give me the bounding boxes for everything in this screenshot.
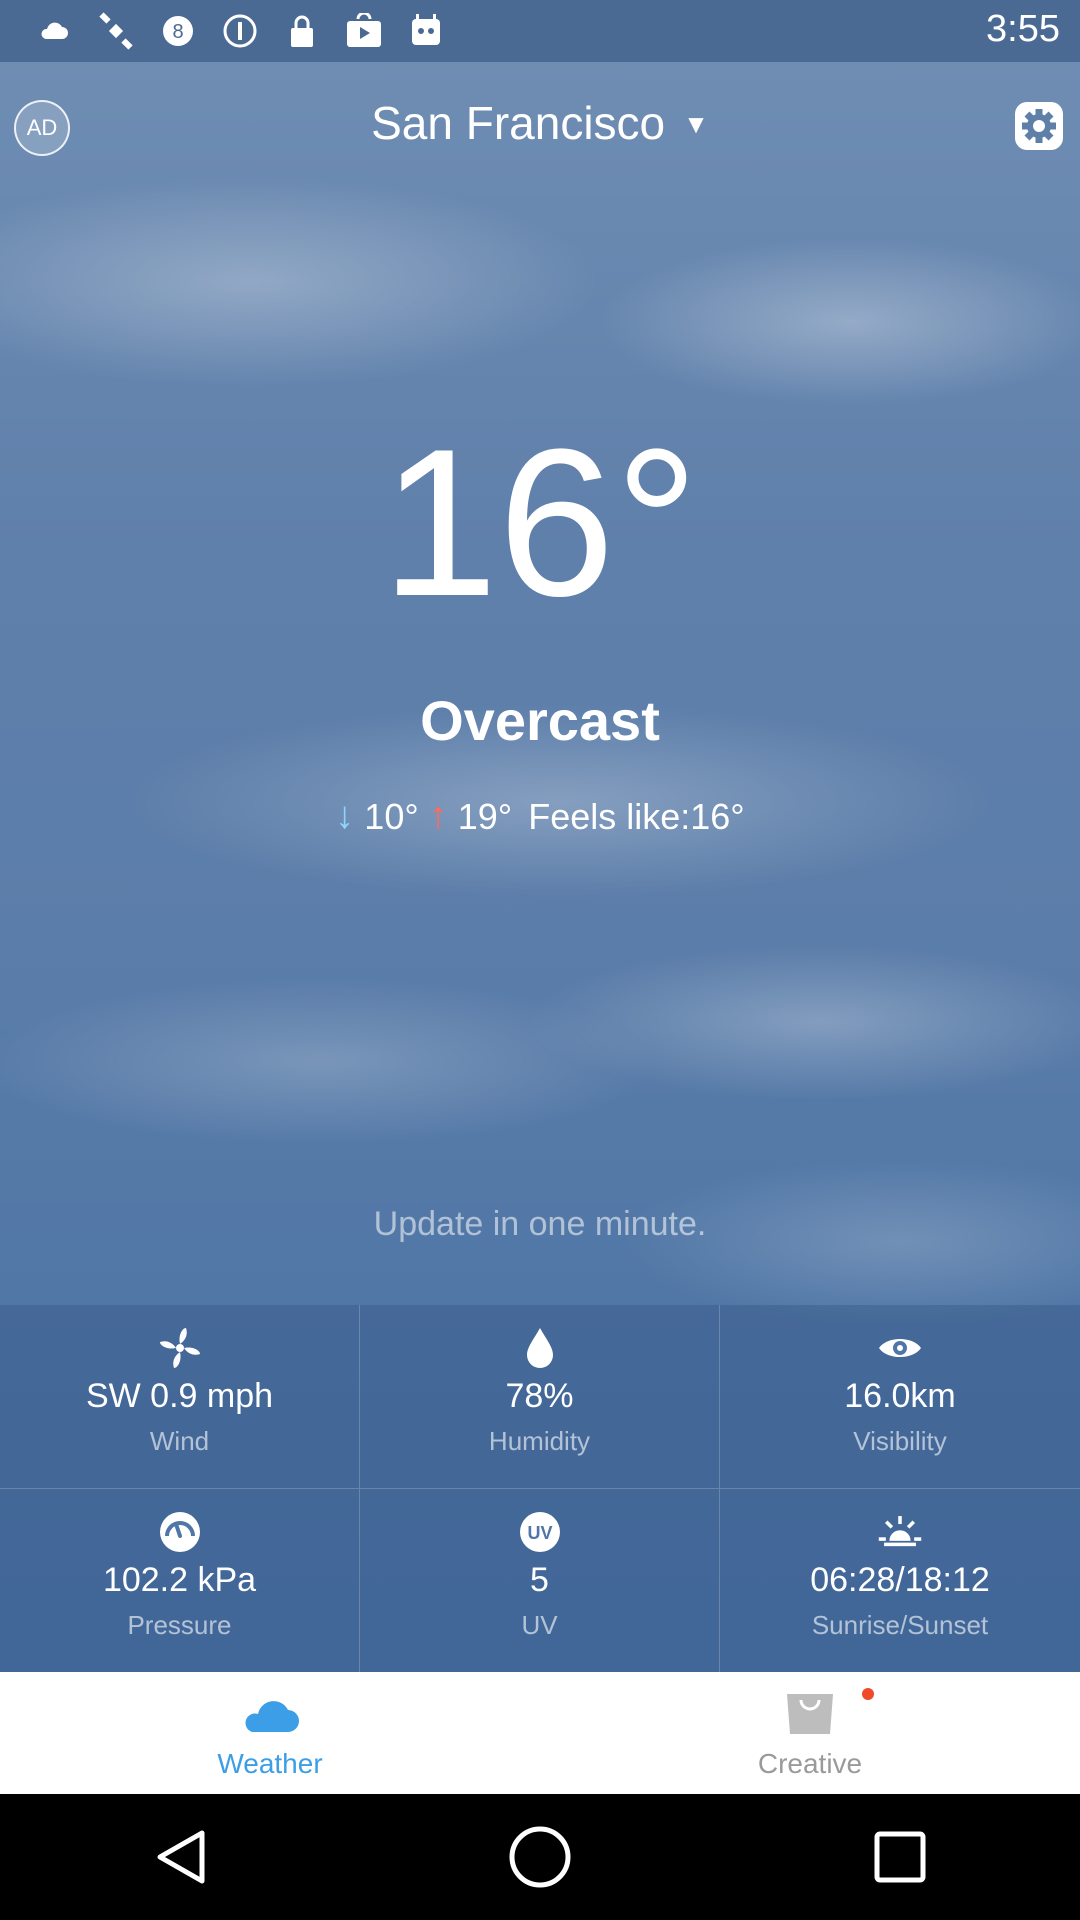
weather-condition: Overcast xyxy=(420,689,660,752)
chevron-down-icon: ▼ xyxy=(683,109,709,139)
sunrise-icon xyxy=(877,1509,923,1555)
visibility-label: Visibility xyxy=(853,1426,947,1456)
detail-sunrise-sunset: 06:28/18:12 Sunrise/Sunset xyxy=(720,1489,1080,1673)
pressure-value: 102.2 kPa xyxy=(102,1561,257,1599)
uv-value: 5 xyxy=(530,1561,549,1599)
back-triangle-icon xyxy=(157,1830,205,1884)
pressure-label: Pressure xyxy=(127,1610,232,1640)
cloud-icon xyxy=(235,1686,305,1740)
navigation-bar xyxy=(0,1794,1080,1920)
sunrise-sunset-label: Sunrise/Sunset xyxy=(811,1610,989,1640)
settings-button[interactable] xyxy=(1012,99,1066,153)
home-button[interactable] xyxy=(500,1817,580,1897)
recents-square-icon xyxy=(874,1831,926,1883)
eye-icon xyxy=(877,1325,923,1371)
eight-badge-icon: 8 xyxy=(158,11,198,51)
tab-creative-label: Creative xyxy=(757,1748,863,1779)
wind-label: Wind xyxy=(149,1426,210,1456)
satellite-icon xyxy=(96,11,136,51)
status-bar: 8 3:55 xyxy=(0,0,1080,62)
tab-weather[interactable]: Weather xyxy=(0,1672,540,1794)
low-temperature: 10° xyxy=(364,795,419,837)
city-name: San Francisco xyxy=(371,97,666,149)
temperature-range: ↓ 10° ↑ 19° Feels like:16° xyxy=(0,795,1080,838)
detail-wind: SW 0.9 mph Wind xyxy=(0,1305,360,1489)
status-icons: 8 xyxy=(34,11,446,51)
recents-button[interactable] xyxy=(860,1817,940,1897)
update-notice: Update in one minute. xyxy=(373,1205,707,1243)
uv-icon: UV xyxy=(517,1509,563,1555)
wind-value: SW 0.9 mph xyxy=(85,1377,274,1415)
arrow-up-icon: ↑ xyxy=(428,795,448,837)
svg-text:8: 8 xyxy=(172,21,183,43)
high-temperature: 19° xyxy=(457,795,513,837)
cloud-icon xyxy=(34,11,74,51)
notification-dot xyxy=(862,1688,874,1700)
tab-weather-label: Weather xyxy=(217,1748,323,1779)
visibility-value: 16.0km xyxy=(844,1377,956,1415)
tab-creative[interactable]: Creative xyxy=(540,1672,1080,1794)
weather-details-grid: SW 0.9 mph Wind 78% Humidity 16.0km Visi… xyxy=(0,1305,1080,1673)
detail-visibility: 16.0km Visibility xyxy=(720,1305,1080,1489)
bag-icon xyxy=(775,1686,845,1740)
drop-icon xyxy=(517,1325,563,1371)
uv-label: UV xyxy=(521,1610,558,1640)
humidity-value: 78% xyxy=(505,1377,574,1415)
detail-pressure: 102.2 kPa Pressure xyxy=(0,1489,360,1673)
bottom-tab-bar: Weather Creative xyxy=(0,1672,1080,1794)
detail-uv: UV 5 UV xyxy=(360,1489,720,1673)
gauge-icon xyxy=(157,1509,203,1555)
arrow-down-icon: ↓ xyxy=(335,795,355,837)
home-circle-icon xyxy=(509,1826,571,1888)
play-store-icon xyxy=(344,11,384,51)
feels-like: Feels like:16° xyxy=(528,795,745,837)
svg-text:UV: UV xyxy=(527,1523,552,1543)
back-button[interactable] xyxy=(140,1817,220,1897)
humidity-label: Humidity xyxy=(488,1426,591,1456)
current-temperature: 16° xyxy=(381,405,699,640)
info-circle-icon xyxy=(220,11,260,51)
sunrise-sunset-value: 06:28/18:12 xyxy=(810,1561,990,1599)
fan-icon xyxy=(157,1325,203,1371)
city-selector[interactable]: San Francisco ▼ xyxy=(0,96,1080,150)
status-time: 3:55 xyxy=(986,8,1060,50)
detail-humidity: 78% Humidity xyxy=(360,1305,720,1489)
android-bot-icon xyxy=(406,11,446,51)
gear-icon xyxy=(1015,102,1063,150)
lock-icon xyxy=(282,11,322,51)
